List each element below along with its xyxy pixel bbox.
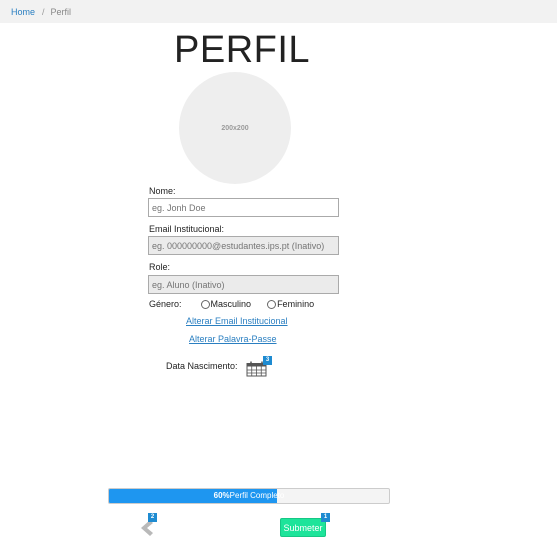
gender-option-label: Feminino bbox=[277, 299, 315, 309]
avatar-placeholder-text: 200x200 bbox=[221, 124, 249, 132]
change-email-link[interactable]: Alterar Email Institucional bbox=[186, 316, 288, 326]
role-input bbox=[148, 275, 339, 294]
gender-option-masculino[interactable]: Masculino bbox=[200, 299, 252, 309]
radio-feminino[interactable] bbox=[267, 299, 277, 309]
gender-option-feminino[interactable]: Feminino bbox=[267, 299, 314, 309]
radio-masculino[interactable] bbox=[200, 299, 210, 309]
breadcrumb-home-link[interactable]: Home bbox=[11, 7, 35, 17]
breadcrumb-current: Perfil bbox=[50, 7, 72, 17]
email-label: Email Institucional: bbox=[149, 224, 225, 234]
calendar-badge: 3 bbox=[263, 356, 272, 365]
submit-badge: 1 bbox=[321, 513, 330, 522]
role-label: Role: bbox=[149, 262, 171, 272]
progress-text: 60%Perfil Completo bbox=[109, 489, 389, 503]
birth-date-label: Data Nascimento: bbox=[166, 361, 238, 371]
name-input[interactable] bbox=[148, 198, 339, 217]
back-badge: 2 bbox=[148, 513, 157, 522]
avatar[interactable]: 200x200 bbox=[179, 72, 291, 184]
email-input bbox=[148, 236, 339, 255]
gender-row: Género: Masculino Feminino bbox=[149, 299, 314, 309]
change-password-link[interactable]: Alterar Palavra-Passe bbox=[189, 334, 277, 344]
progress-label: Perfil Completo bbox=[229, 491, 285, 500]
submit-button[interactable]: Submeter bbox=[280, 518, 326, 537]
name-label: Nome: bbox=[149, 186, 176, 196]
profile-progress-bar: 60%Perfil Completo bbox=[108, 488, 390, 504]
progress-percent: 60% bbox=[213, 491, 230, 500]
gender-option-label: Masculino bbox=[210, 299, 252, 309]
page-title: PERFIL bbox=[174, 29, 311, 71]
breadcrumb: Home / Perfil bbox=[0, 0, 557, 23]
gender-label: Género: bbox=[149, 299, 182, 309]
breadcrumb-separator: / bbox=[42, 7, 45, 17]
